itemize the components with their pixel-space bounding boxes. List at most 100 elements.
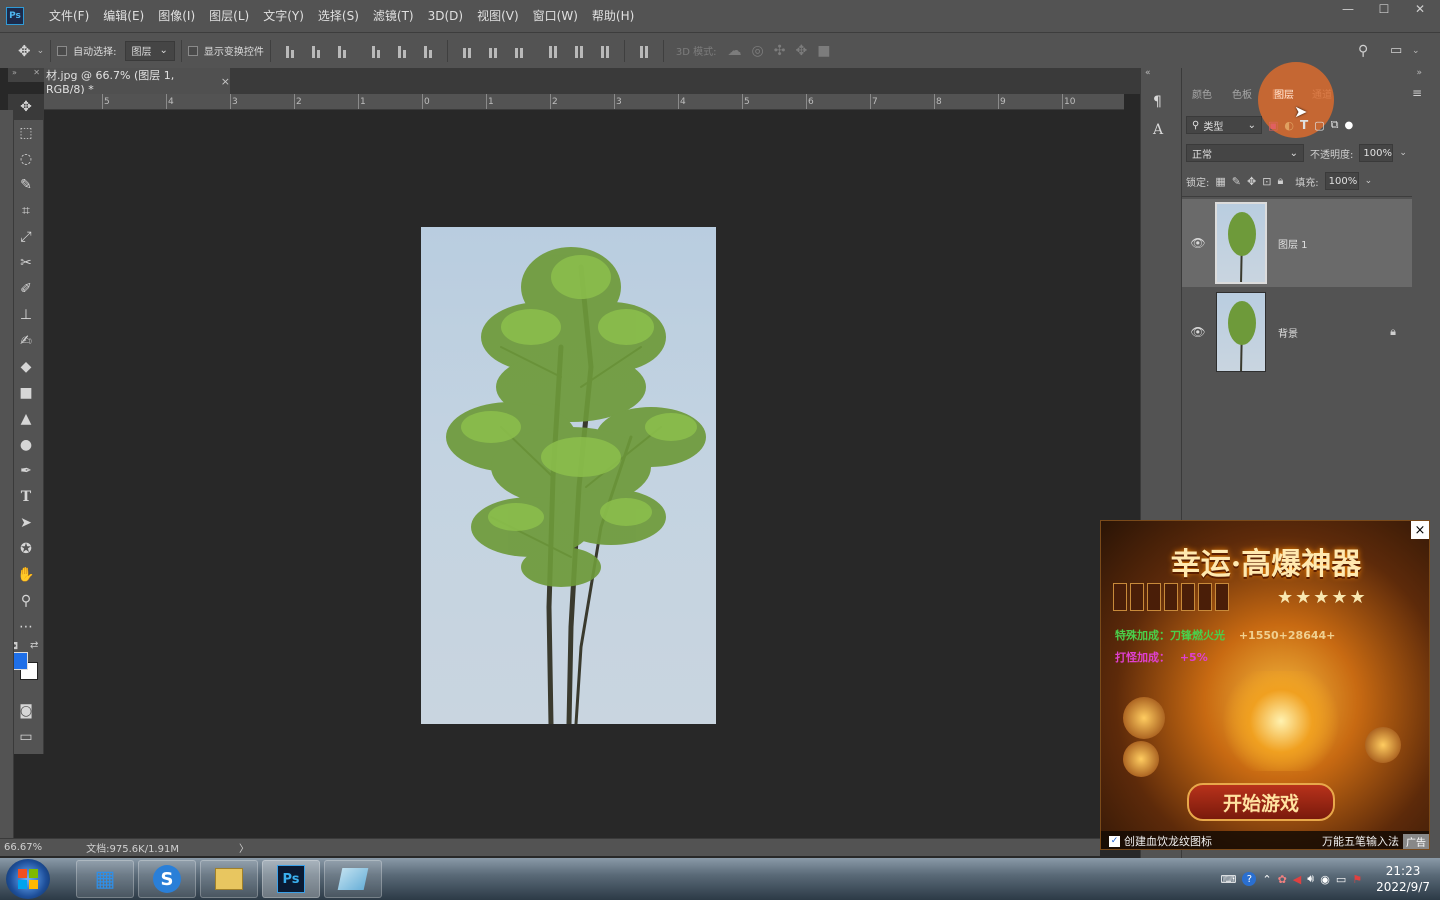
align-bottom-icon[interactable] — [335, 44, 349, 58]
menu-type[interactable]: 文字(Y) — [256, 0, 311, 32]
lock-artboard-icon[interactable]: ⊡ — [1262, 175, 1271, 188]
zoom-level[interactable]: 66.67% — [4, 842, 42, 853]
document-tab[interactable]: 材.jpg @ 66.7% (图层 1, RGB/8) * × — [44, 68, 230, 96]
distribute-right-icon[interactable] — [598, 44, 612, 58]
tab-color[interactable]: 颜色 — [1182, 86, 1222, 101]
filter-toggle-icon[interactable]: ● — [1344, 120, 1353, 131]
filter-pixel-icon[interactable]: ▣ — [1268, 119, 1278, 132]
filter-smart-icon[interactable]: ⧉ — [1331, 118, 1339, 132]
menu-image[interactable]: 图像(I) — [151, 0, 202, 32]
filter-adjust-icon[interactable]: ◐ — [1284, 119, 1294, 132]
paragraph-panel-icon[interactable]: ¶ — [1153, 94, 1162, 110]
ad-orb-left2 — [1123, 741, 1159, 777]
taskbar-app-folder[interactable] — [200, 860, 258, 898]
filter-type-icon[interactable]: T — [1300, 118, 1308, 132]
lock-position-icon[interactable]: ✥ — [1247, 175, 1256, 188]
menu-3d[interactable]: 3D(D) — [421, 0, 470, 32]
scale-3d-icon[interactable]: ■ — [817, 43, 830, 59]
show-transform-checkbox[interactable]: 显示变换控件 — [187, 43, 264, 58]
close-toolbar-icon[interactable]: ✕ — [33, 68, 40, 82]
display-icon[interactable]: ▭ — [1336, 873, 1346, 886]
search-icon[interactable]: ⚲ — [1358, 43, 1368, 59]
move-tool-icon[interactable]: ✥ — [18, 42, 31, 60]
eye-icon[interactable]: 👁︎ — [1188, 236, 1208, 250]
tab-swatches[interactable]: 色板 — [1222, 86, 1262, 101]
tool-preset-chevron-icon[interactable]: ⌄ — [37, 46, 45, 56]
eye-icon[interactable]: 👁︎ — [1188, 325, 1208, 339]
ad-popup[interactable]: 幸运·高爆神器 × ★★★★★ 特殊加成：刀锋燃火光 +1550+28644+ … — [1100, 520, 1430, 850]
tab-channels[interactable]: 通道 — [1302, 86, 1342, 101]
keyboard-icon[interactable]: ⌨ — [1220, 873, 1236, 886]
explorer-icon: ▦ — [94, 866, 116, 892]
distribute-vcenter-icon[interactable] — [486, 44, 500, 58]
expand-panels-icon[interactable]: » — [1416, 68, 1422, 78]
menu-view[interactable]: 视图(V) — [470, 0, 526, 32]
help-icon[interactable]: ? — [1242, 872, 1257, 886]
align-left-icon[interactable] — [369, 44, 383, 58]
workspace-icon[interactable]: ▭ — [1390, 43, 1402, 58]
opacity-input[interactable]: 100% — [1359, 144, 1394, 162]
menu-file[interactable]: 文件(F) — [42, 0, 96, 32]
tray-expand-icon[interactable]: ⌃ — [1262, 873, 1271, 886]
blend-mode-dropdown[interactable]: 正常 ⌄ — [1186, 144, 1304, 162]
start-button[interactable] — [6, 859, 50, 899]
drag-3d-icon[interactable]: ✣ — [774, 43, 786, 59]
menu-select[interactable]: 选择(S) — [311, 0, 366, 32]
start-game-button[interactable]: 开始游戏 — [1187, 783, 1335, 821]
distribute-hcenter-icon[interactable] — [572, 44, 586, 58]
distribute-top-icon[interactable] — [460, 44, 474, 58]
swap-colors-icon[interactable]: ⇄ — [30, 640, 38, 651]
menu-help[interactable]: 帮助(H) — [585, 0, 641, 32]
filter-shape-icon[interactable]: ▢ — [1314, 119, 1324, 132]
distribute-left-icon[interactable] — [546, 44, 560, 58]
align-top-icon[interactable] — [283, 44, 297, 58]
align-hcenter-icon[interactable] — [395, 44, 409, 58]
lock-transparent-icon[interactable]: ▦ — [1215, 175, 1225, 188]
volume-mute-icon[interactable]: ◀ — [1293, 873, 1301, 886]
menu-layer[interactable]: 图层(L) — [202, 0, 256, 32]
close-document-icon[interactable]: × — [221, 75, 230, 88]
workspace-chevron-icon[interactable]: ⌄ — [1412, 46, 1420, 56]
volume-icon[interactable]: 🔊︎ — [1307, 872, 1314, 886]
taskbar-app-notes[interactable] — [324, 860, 382, 898]
collapse-toolbar-icon[interactable]: » — [12, 68, 17, 82]
auto-select-dropdown[interactable]: 图层 ⌄ — [124, 40, 175, 61]
minimize-button[interactable]: — — [1338, 2, 1358, 16]
status-menu-arrow-icon[interactable]: 〉 — [239, 840, 249, 855]
menu-window[interactable]: 窗口(W) — [526, 0, 585, 32]
character-panel-icon[interactable]: A — [1153, 122, 1163, 138]
clock[interactable]: 21:23 2022/9/7 — [1376, 863, 1430, 895]
roll-3d-icon[interactable]: ◎ — [752, 43, 764, 59]
collapse-panels-icon[interactable]: « — [1145, 68, 1151, 78]
menu-filter[interactable]: 滤镜(T) — [366, 0, 421, 32]
close-button[interactable]: ✕ — [1410, 2, 1430, 16]
filter-kind-dropdown[interactable]: ⚲ 类型 ⌄ — [1186, 116, 1262, 134]
create-icon-checkbox[interactable]: ✓ — [1109, 835, 1120, 847]
distribute-bottom-icon[interactable] — [512, 44, 526, 58]
panel-menu-icon[interactable]: ≡ — [1412, 86, 1422, 100]
taskbar-app-sogou[interactable]: S — [138, 860, 196, 898]
layer-row-layer1[interactable]: 👁︎ 图层 1 — [1182, 199, 1412, 287]
layer-row-background[interactable]: 👁︎ 背景 🔒︎ — [1182, 288, 1412, 376]
menu-edit[interactable]: 编辑(E) — [96, 0, 151, 32]
auto-align-icon[interactable] — [637, 44, 651, 58]
flower-icon[interactable]: ✿ — [1278, 873, 1287, 886]
opacity-chevron-icon[interactable]: ⌄ — [1399, 148, 1407, 158]
align-right-icon[interactable] — [421, 44, 435, 58]
action-center-icon[interactable]: ⚑ — [1352, 873, 1362, 886]
lock-all-icon[interactable]: 🔒︎ — [1277, 174, 1283, 188]
taskbar-app-photoshop[interactable]: Ps — [262, 860, 320, 898]
fill-chevron-icon[interactable]: ⌄ — [1365, 176, 1373, 186]
orbit-3d-icon[interactable]: ☁ — [728, 43, 742, 59]
taskbar-app-explorer[interactable]: ▦ — [76, 860, 134, 898]
maximize-button[interactable]: ☐ — [1374, 2, 1394, 16]
fill-input[interactable]: 100% — [1324, 172, 1359, 190]
auto-select-checkbox[interactable]: 自动选择: — [57, 43, 117, 58]
close-ad-icon[interactable]: × — [1411, 521, 1429, 539]
lock-image-icon[interactable]: ✎ — [1232, 175, 1241, 188]
slide-3d-icon[interactable]: ✥ — [795, 43, 807, 59]
chevron-down-icon: ⌄ — [1289, 147, 1298, 159]
network-icon[interactable]: ◉ — [1320, 873, 1330, 886]
align-vcenter-icon[interactable] — [309, 44, 323, 58]
tree-image[interactable] — [421, 227, 716, 724]
